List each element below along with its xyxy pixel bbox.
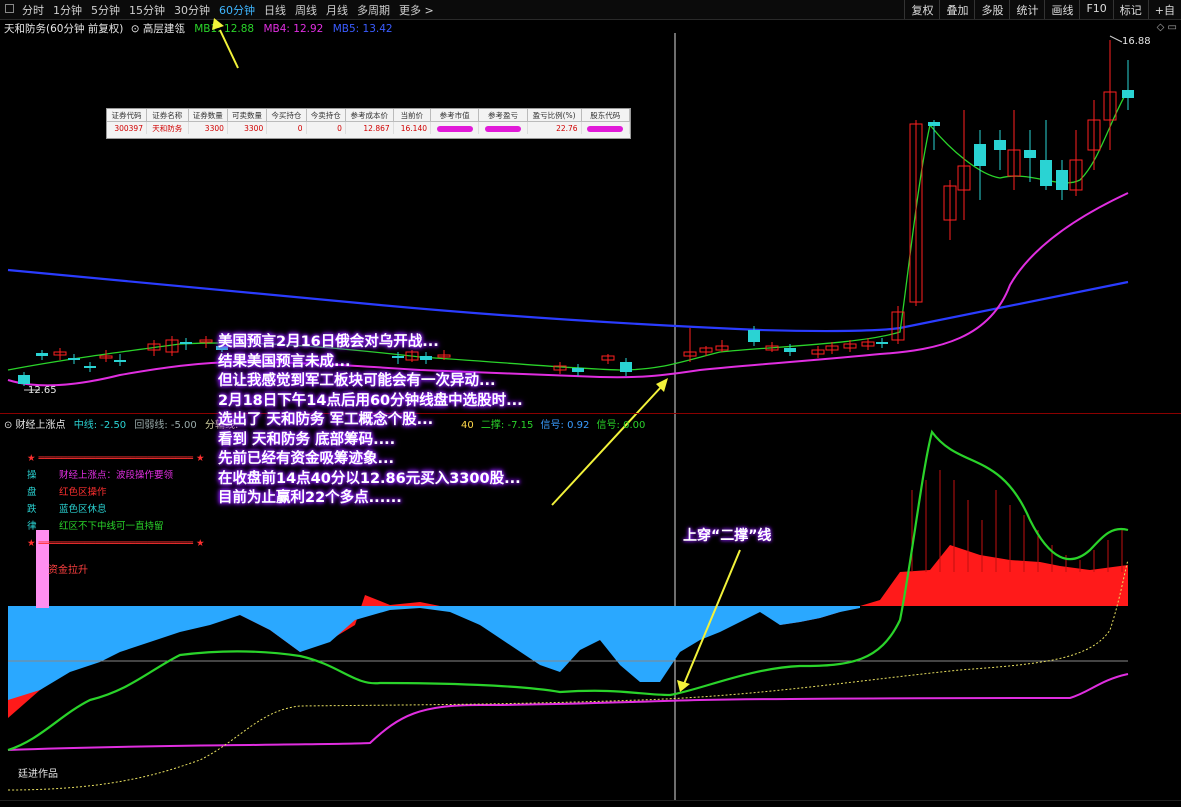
col-header-8: 参考市值	[430, 109, 480, 122]
ma-magenta-line	[7, 192, 1129, 387]
candle-body	[928, 122, 940, 126]
candle-body	[974, 144, 986, 166]
legend-stars-bottom: ★ ═══════════════════════════ ★	[27, 538, 205, 549]
candle-body	[876, 342, 888, 344]
col-header-11: 股东代码	[581, 109, 631, 122]
candle-body	[180, 342, 192, 344]
legend-text: 红色区操作	[59, 487, 107, 498]
col-header-9: 参考盈亏	[478, 109, 528, 122]
cross-annotation: 上穿“二撑”线	[683, 528, 772, 544]
overlay-line: 看到 天和防务 底部筹码....	[218, 431, 396, 448]
ma-blue-line	[7, 268, 1129, 333]
high-marker	[1109, 35, 1123, 43]
redacted-blob	[484, 125, 521, 132]
candle-body	[1040, 160, 1052, 186]
candle-body	[36, 353, 48, 356]
cell-4: 0	[266, 121, 307, 134]
legend-text: 蓝色区休息	[59, 504, 107, 515]
candle-body	[18, 375, 30, 384]
col-header-6: 参考成本价	[345, 109, 394, 122]
cell-5: 0	[306, 121, 346, 134]
overlay-annotation: 美国预言2月16日俄会对乌开战... 结果美国预言未成... 但让我感觉到军工板块可…	[218, 333, 568, 509]
col-header-10: 盈亏比例(%)	[527, 109, 582, 122]
overlay-line: 结果美国预言未成...	[218, 353, 351, 370]
col-header-5: 今卖持仓	[306, 109, 346, 122]
legend-row: 跌 蓝色区休息	[27, 501, 205, 518]
legend-stars-top: ★ ═══════════════════════════ ★	[27, 453, 205, 464]
col-header-4: 今买持仓	[266, 109, 307, 122]
magenta-line	[7, 673, 1129, 751]
overlay-line: 选出了 天和防务 军工概念个股...	[218, 412, 434, 428]
fund-label: 资金拉升	[48, 565, 88, 576]
arrow-line-mid	[551, 385, 663, 506]
overlay-line: 2月18日下午14点后用60分钟线盘中选股时...	[218, 392, 523, 409]
indicator-name[interactable]: ⊙ 财经上涨点	[4, 420, 66, 431]
overlay-line: 目前为止赢利22个多点......	[218, 490, 402, 506]
col-header-1: 证券名称	[146, 109, 189, 122]
cell-2: 3300	[188, 121, 228, 134]
col-header-3: 可卖数量	[227, 109, 268, 122]
col-header-2: 证券数量	[188, 109, 228, 122]
col-header-7: 当前价	[393, 109, 432, 122]
blue-area	[8, 606, 860, 700]
indicator-title: ⊙ 财经上涨点 中线: -2.50 回弱线: -5.00 分辅线:	[4, 416, 238, 431]
high-price-label: 16.88	[1122, 36, 1151, 47]
overlay-line: 在收盘前14点40分以12.86元买入3300股...	[218, 470, 521, 487]
cell-11	[581, 121, 631, 134]
position-table: 证券代码 证券名称 证券数量 可卖数量 今买持仓 今卖持仓 参考成本价 当前价 参考市值 参考盈亏…	[106, 108, 631, 139]
overlay-line: 先前已经有资金吸筹迹象...	[218, 451, 395, 467]
cell-8	[430, 121, 480, 134]
legend-row: 盘 红色区操作	[27, 484, 205, 501]
position-table-row: 300397 天和防务 3300 3300 0 0 12.867 16.140 22.76	[107, 121, 631, 134]
indicator-b: 回弱线: -5.00	[134, 420, 197, 431]
arrow-head-top	[212, 18, 224, 30]
indicator-g: 信号: 0.00	[596, 420, 646, 431]
candle-body	[784, 348, 796, 352]
candle-body	[748, 330, 760, 342]
panel-separator	[0, 413, 1181, 414]
candle-body	[1122, 90, 1134, 98]
watermark: 廷进作品	[18, 769, 58, 780]
cell-0: 300397	[107, 121, 147, 134]
redacted-blob	[587, 125, 624, 132]
candle-body	[1024, 150, 1036, 158]
cell-3: 3300	[227, 121, 268, 134]
candle-body	[114, 360, 126, 362]
legend-text: 红区不下中线可一直持留	[59, 521, 164, 532]
cell-9	[478, 121, 528, 134]
cell-1: 天和防务	[146, 121, 189, 134]
legend-row: 操 财经上涨点：波段操作要领	[27, 467, 205, 484]
legend-key: 跌	[27, 504, 37, 515]
indicator-legend: ★ ═══════════════════════════ ★ 操 财经上涨点：波…	[27, 450, 205, 552]
overlay-line: 美国预言2月16日俄会对乌开战...	[218, 334, 439, 350]
indicator-a: 中线: -2.50	[73, 420, 127, 431]
legend-key: 盘	[27, 487, 37, 498]
candle-body	[68, 358, 80, 360]
legend-row: 律 红区不下中线可一直持留	[27, 518, 205, 535]
position-table-header: 证券代码 证券名称 证券数量 可卖数量 今买持仓 今卖持仓 参考成本价 当前价 参考市值 参考盈亏…	[107, 109, 631, 122]
legend-rows: 操 财经上涨点：波段操作要领盘 红色区操作跌 蓝色区休息律 红区不下中线可一直持留	[27, 467, 205, 535]
candle-body	[994, 140, 1006, 150]
legend-text: 财经上涨点：波段操作要领	[59, 470, 174, 481]
candle-body	[84, 366, 96, 368]
low-price-label: 12.65	[28, 385, 57, 396]
candle-body	[572, 368, 584, 372]
cell-10: 22.76	[527, 121, 582, 134]
cell-6: 12.867	[345, 121, 394, 134]
legend-key: 操	[27, 470, 37, 481]
col-header-0: 证券代码	[107, 109, 147, 122]
redacted-blob	[436, 125, 473, 132]
legend-key: 律	[27, 521, 37, 532]
candle-body	[620, 362, 632, 372]
overlay-line: 但让我感觉到军工板块可能会有一次异动...	[218, 373, 496, 389]
candle-body	[1056, 170, 1068, 190]
cell-7: 16.140	[393, 121, 432, 134]
arrow-line-top	[219, 29, 239, 69]
